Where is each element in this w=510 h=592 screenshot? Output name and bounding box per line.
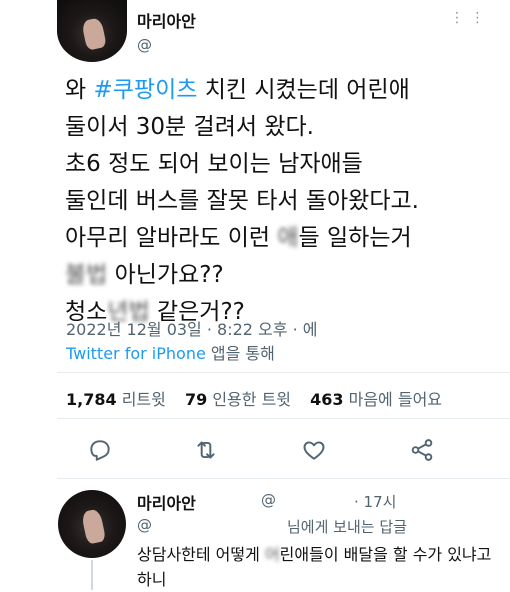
hashtag-link[interactable]: #쿠팡이츠 — [93, 77, 197, 103]
text-segment: 초6 정도 되어 보이는 남자애들 — [65, 151, 363, 177]
like-button[interactable] — [296, 432, 332, 468]
replying-to-handle[interactable]: @ — [137, 516, 152, 534]
blurred-text: 애 — [277, 225, 299, 251]
tweet-text: 와 #쿠팡이츠 치킨 시켰는데 어린애 둘이서 30분 걸려서 왔다. 초6 정… — [65, 72, 495, 331]
reply-icon — [90, 440, 110, 461]
tweet-source-row: Twitter for iPhone 앱을 통해 — [66, 340, 275, 364]
retweets-label: 리트윗 — [121, 390, 166, 409]
tweet-line: 둘인데 버스를 잘못 타서 돌아왔다고. — [65, 183, 495, 220]
reply-author-avatar[interactable] — [58, 490, 126, 558]
likes-count: 463 — [310, 390, 344, 409]
text-segment: 둘이서 30분 걸려서 왔다. — [65, 114, 314, 140]
source-suffix: 앱을 통해 — [205, 344, 275, 363]
thread-line — [91, 560, 93, 590]
text-segment: 와 — [65, 77, 94, 103]
reply-text: 상담사한테 어떻게 어린애들이 배달을 할 수가 있냐고 하니 — [137, 542, 502, 592]
divider — [57, 418, 510, 419]
retweet-icon — [197, 441, 215, 459]
author-name[interactable]: 마리아안 — [137, 8, 196, 32]
tweet-line: 둘이서 30분 걸려서 왔다. — [65, 109, 495, 146]
tweet-line: 아무리 알바라도 이런 애들 일하는거 — [65, 220, 495, 257]
tweet-source-link[interactable]: Twitter for iPhone — [66, 344, 206, 363]
tweet-line: 초6 정도 되어 보이는 남자애들 — [65, 146, 495, 183]
reply-button[interactable] — [82, 432, 118, 468]
replying-to-label: 님에게 보내는 답글 — [287, 518, 407, 536]
quotes-stat[interactable]: 79 인용한 트윗 — [185, 390, 291, 409]
tweet-actions — [60, 432, 480, 468]
retweet-button[interactable] — [188, 432, 224, 468]
text-segment: 아무리 알바라도 이런 — [65, 225, 278, 251]
retweets-count: 1,784 — [66, 390, 117, 409]
retweets-stat[interactable]: 1,784 리트윗 — [66, 390, 166, 409]
text-segment: 상담사한테 어떻게 — [137, 545, 265, 564]
tweet-stats: 1,784 리트윗 79 인용한 트윗 463 마음에 들어요 — [66, 386, 456, 410]
share-button[interactable] — [404, 432, 440, 468]
quotes-count: 79 — [184, 390, 208, 409]
reply-author-handle[interactable]: @ — [261, 491, 276, 509]
blurred-text: 어 — [264, 545, 280, 564]
text-segment: 둘인데 버스를 잘못 타서 돌아왔다고. — [65, 188, 419, 214]
divider — [57, 478, 510, 479]
like-icon — [303, 441, 325, 460]
share-icon — [411, 439, 433, 461]
quotes-label: 인용한 트윗 — [212, 390, 292, 409]
tweet-line: 불법 아닌가요?? — [65, 257, 495, 294]
divider — [57, 372, 510, 373]
author-handle[interactable]: @ — [137, 36, 152, 54]
text-segment: 들 일하는거 — [298, 225, 412, 251]
author-avatar[interactable] — [57, 0, 127, 62]
reply-author-name[interactable]: 마리아안 — [137, 490, 196, 514]
reply-timestamp[interactable]: · 17시 — [354, 491, 396, 512]
blurred-text: 불법 — [65, 262, 108, 288]
more-options-icon[interactable]: ⋮ ⋮ — [450, 10, 485, 26]
text-segment: 치킨 시켰는데 어린애 — [197, 77, 410, 103]
likes-stat[interactable]: 463 마음에 들어요 — [310, 390, 442, 409]
tweet-timestamp[interactable]: 2022년 12월 03일 · 8:22 오후 · 에 — [66, 316, 317, 340]
likes-label: 마음에 들어요 — [348, 390, 443, 409]
text-segment: 아닌가요?? — [107, 262, 224, 288]
tweet-line: 와 #쿠팡이츠 치킨 시켰는데 어린애 — [65, 72, 495, 109]
